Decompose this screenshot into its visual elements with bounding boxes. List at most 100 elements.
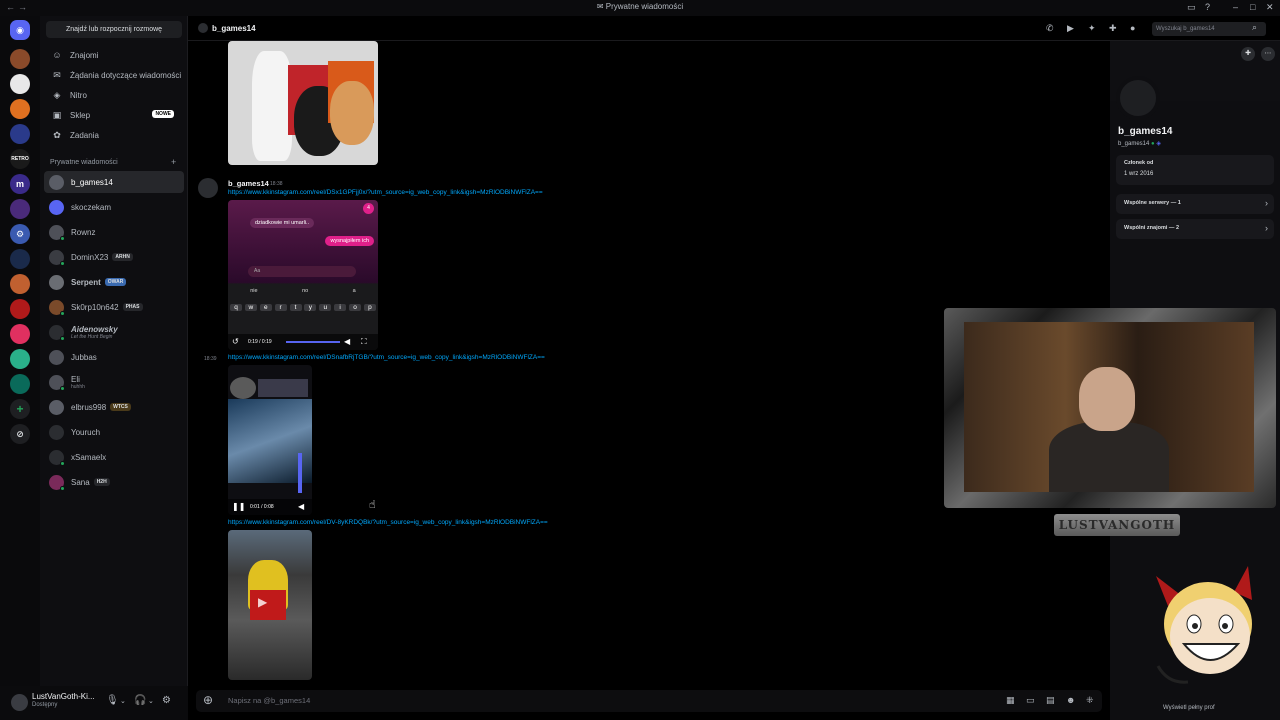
help-icon[interactable]: ? <box>1205 2 1210 12</box>
more-options-icon[interactable]: ⋯ <box>1261 47 1275 61</box>
pin-icon[interactable]: ✦ <box>1088 23 1096 34</box>
search-input[interactable]: Wyszukaj b_games14 <box>1152 22 1266 36</box>
emoji-icon[interactable]: ☻ <box>1066 695 1075 705</box>
video-call-icon[interactable]: ▶ <box>1067 23 1074 34</box>
message-input[interactable]: Napisz na @b_games14 <box>228 696 310 705</box>
message-link[interactable]: https://www.kkinstagram.com/reel/DV-8yKR… <box>228 519 548 526</box>
dm-item[interactable]: skoczekam <box>44 196 184 218</box>
chevron-down-icon[interactable]: ⌄ <box>120 697 126 705</box>
dm-item[interactable]: xSamaelx <box>44 446 184 468</box>
server-icon-5[interactable] <box>10 199 30 219</box>
dm-text: Aidenowsky Let the Hunt Begin <box>71 325 118 340</box>
inbox-icon[interactable]: ▭ <box>1187 2 1196 13</box>
video-embed[interactable]: 4 dziadkowie mi umarli.. wysnajpiłem ich… <box>228 200 378 350</box>
video-embed[interactable]: ❚❚ 0:01 / 0:08 ◀ <box>228 365 312 515</box>
gift-icon[interactable]: ▦ <box>1006 695 1015 706</box>
add-friend-icon[interactable]: ✚ <box>1241 47 1255 61</box>
close-icon[interactable]: ✕ <box>1266 2 1274 13</box>
discover-icon[interactable]: ⊘ <box>10 424 30 444</box>
gif-icon[interactable]: ▭ <box>1026 695 1035 706</box>
message-link[interactable]: https://www.kkinstagram.com/reel/DSx1GPF… <box>228 189 543 196</box>
dm-item[interactable]: b_games14 <box>44 171 184 193</box>
server-icon-11[interactable] <box>10 349 30 369</box>
nav-nitro[interactable]: ◈ Nitro <box>46 86 182 104</box>
key: u <box>319 304 332 311</box>
server-icon-2[interactable] <box>10 74 30 94</box>
status-indicator <box>60 460 65 466</box>
search-icon[interactable]: ⌕ <box>1252 22 1257 33</box>
attach-plus-icon[interactable]: ⊕ <box>203 693 213 707</box>
volume-icon[interactable]: ◀ <box>298 502 304 511</box>
chevron-right-icon: › <box>1265 198 1268 208</box>
server-icon-6[interactable]: ⚙ <box>10 224 30 244</box>
create-dm-icon[interactable]: + <box>171 157 176 167</box>
settings-gear-icon[interactable]: ⚙ <box>162 695 171 706</box>
apps-icon[interactable]: ⁜ <box>1086 695 1094 706</box>
dm-item[interactable]: Sana H2H <box>44 471 184 493</box>
dm-item[interactable]: Rownz <box>44 221 184 243</box>
dm-item[interactable]: elbrus998 WTCS <box>44 396 184 418</box>
clan-tag: OWAR <box>104 278 127 286</box>
dm-item[interactable]: Eli huhhh <box>44 371 184 393</box>
dm-item[interactable]: Sk0rp10n642 PHAS <box>44 296 184 318</box>
maximize-icon[interactable]: □ <box>1250 2 1255 12</box>
nav-shop[interactable]: ▣ Sklep NOWE <box>46 106 182 124</box>
fullscreen-icon[interactable]: ⛶ <box>361 337 367 347</box>
dm-name: Sana <box>71 477 90 487</box>
dm-name: Youruch <box>71 427 101 437</box>
view-full-profile-link[interactable]: Wyświetl pełny prof <box>1163 705 1215 711</box>
mutual-servers-label: Wspólne serwery — 1 <box>1124 200 1181 206</box>
video-input: Aa <box>248 266 356 277</box>
volume-slider[interactable] <box>298 453 302 493</box>
volume-icon[interactable]: ◀ <box>344 337 350 346</box>
nav-friends[interactable]: ☺ Znajomi <box>46 46 182 64</box>
author-name[interactable]: b_games14 <box>228 179 269 188</box>
nav-message-requests[interactable]: ✉ Żądania dotyczące wiadomości <box>46 66 182 84</box>
add-server-icon[interactable]: + <box>10 399 30 419</box>
user-profile-icon[interactable]: ● <box>1130 23 1135 33</box>
image-attachment[interactable] <box>228 41 378 165</box>
server-icon-3[interactable] <box>10 99 30 119</box>
server-icon-12[interactable] <box>10 374 30 394</box>
dm-item[interactable]: Youruch <box>44 421 184 443</box>
pause-icon[interactable]: ❚❚ <box>232 502 245 511</box>
server-icon-1[interactable] <box>10 49 30 69</box>
server-icon-8[interactable] <box>10 274 30 294</box>
video-embed[interactable]: ▶ <box>228 530 312 680</box>
window-title-text: Prywatne wiadomości <box>605 2 684 11</box>
streamer-nameplate: LUSTVANGOTH <box>1054 514 1180 536</box>
dm-item[interactable]: Serpent OWAR <box>44 271 184 293</box>
progress-bar[interactable] <box>286 341 340 343</box>
mutual-friends-row[interactable]: Wspólni znajomi — 2 › <box>1116 219 1274 239</box>
friends-icon: ☺ <box>52 50 62 60</box>
add-friends-icon[interactable]: ✚ <box>1109 23 1117 34</box>
server-icon-10[interactable] <box>10 324 30 344</box>
dm-item[interactable]: DominX23 ARHN <box>44 246 184 268</box>
discord-home-icon[interactable]: ◉ <box>10 20 30 40</box>
dm-item[interactable]: Jubbas <box>44 346 184 368</box>
user-avatar[interactable] <box>11 694 28 711</box>
nitro-icon: ◈ <box>53 89 61 100</box>
microphone-icon[interactable]: 🎙 <box>106 695 119 706</box>
minimize-icon[interactable]: – <box>1233 2 1238 12</box>
avatar <box>49 449 65 466</box>
nav-quests[interactable]: ✿ Zadania <box>46 126 182 144</box>
dm-item[interactable]: Aidenowsky Let the Hunt Begin <box>44 321 184 343</box>
user-name[interactable]: LustVanGoth-Ki... <box>32 692 95 701</box>
server-icon-7[interactable] <box>10 249 30 269</box>
chevron-down-icon[interactable]: ⌄ <box>148 697 154 705</box>
headphones-icon[interactable]: 🎧 <box>134 695 146 706</box>
author-avatar[interactable] <box>198 178 218 198</box>
server-icon-retro[interactable]: RETRO <box>10 149 30 169</box>
mutual-servers-row[interactable]: Wspólne serwery — 1 › <box>1116 194 1274 214</box>
play-icon[interactable]: ▶ <box>258 595 267 609</box>
sticker-icon[interactable]: ▤ <box>1046 695 1055 706</box>
server-icon-9[interactable] <box>10 299 30 319</box>
server-icon-4[interactable] <box>10 124 30 144</box>
find-conversation-button[interactable]: Znajdź lub rozpocznij rozmowę <box>46 21 182 38</box>
replay-icon[interactable]: ↺ <box>232 337 239 346</box>
message-link[interactable]: https://www.kkinstagram.com/reel/DSnafbR… <box>228 354 545 361</box>
server-icon-m[interactable]: m <box>10 174 30 194</box>
voice-call-icon[interactable]: ✆ <box>1046 23 1054 34</box>
profile-avatar[interactable] <box>1116 76 1160 120</box>
